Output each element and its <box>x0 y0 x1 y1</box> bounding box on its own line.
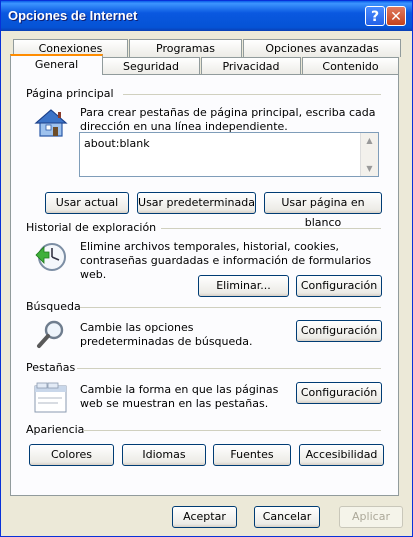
separator <box>83 430 381 431</box>
tab-contenido[interactable]: Contenido <box>302 57 399 75</box>
apply-button[interactable]: Aplicar <box>339 506 403 528</box>
textarea-scrollbar[interactable]: ▲ ▼ <box>360 133 378 176</box>
section-search-title: Búsqueda <box>26 300 81 313</box>
search-settings-button[interactable]: Configuración <box>296 320 382 342</box>
fonts-button[interactable]: Fuentes <box>213 444 291 466</box>
tab-opciones-avanzadas[interactable]: Opciones avanzadas <box>243 39 401 57</box>
tabs-window-icon <box>34 382 68 417</box>
tabs-settings-button[interactable]: Configuración <box>296 382 382 404</box>
section-history-title: Historial de exploración <box>26 221 157 234</box>
tab-programas[interactable]: Programas <box>129 39 242 57</box>
separator <box>123 94 381 95</box>
section-tabs-title: Pestañas <box>26 361 76 374</box>
use-current-button[interactable]: Usar actual <box>45 192 129 214</box>
internet-options-window: Opciones de Internet ? ✕ Conexiones Prog… <box>0 0 413 537</box>
delete-history-button[interactable]: Eliminar... <box>198 275 289 297</box>
separator <box>161 228 381 229</box>
accessibility-button[interactable]: Accesibilidad <box>299 444 384 466</box>
cancel-button[interactable]: Cancelar <box>254 506 320 528</box>
section-appearance-title: Apariencia <box>26 423 85 436</box>
home-page-value: about:blank <box>84 137 150 150</box>
history-settings-button[interactable]: Configuración <box>296 275 382 297</box>
help-button[interactable]: ? <box>365 6 385 26</box>
colors-button[interactable]: Colores <box>29 444 114 466</box>
home-description: Para crear pestañas de página principal,… <box>80 106 376 133</box>
house-icon <box>34 108 68 141</box>
tab-privacidad[interactable]: Privacidad <box>201 57 301 75</box>
title-bar[interactable]: Opciones de Internet ? ✕ <box>1 1 412 31</box>
use-default-button[interactable]: Usar predeterminada <box>137 192 256 214</box>
search-description: Cambie las opciones predeterminadas de b… <box>80 321 253 348</box>
tabs-description: Cambie la forma en que las páginas web s… <box>80 383 279 410</box>
separator <box>77 368 381 369</box>
separator <box>80 307 381 308</box>
scroll-up-arrow-icon[interactable]: ▲ <box>361 133 378 148</box>
close-button[interactable]: ✕ <box>386 6 406 26</box>
section-home-title: Página principal <box>26 87 114 100</box>
home-page-input[interactable]: about:blank ▲ ▼ <box>79 132 379 177</box>
languages-button[interactable]: Idiomas <box>122 444 206 466</box>
window-title: Opciones de Internet <box>8 8 138 23</box>
clock-icon <box>34 241 68 276</box>
ok-button[interactable]: Aceptar <box>172 506 237 528</box>
scroll-down-arrow-icon[interactable]: ▼ <box>361 161 378 176</box>
tab-general[interactable]: General <box>10 54 103 75</box>
magnifier-icon <box>34 318 68 353</box>
use-blank-button[interactable]: Usar página en blanco <box>264 192 382 229</box>
tab-seguridad[interactable]: Seguridad <box>102 57 200 75</box>
